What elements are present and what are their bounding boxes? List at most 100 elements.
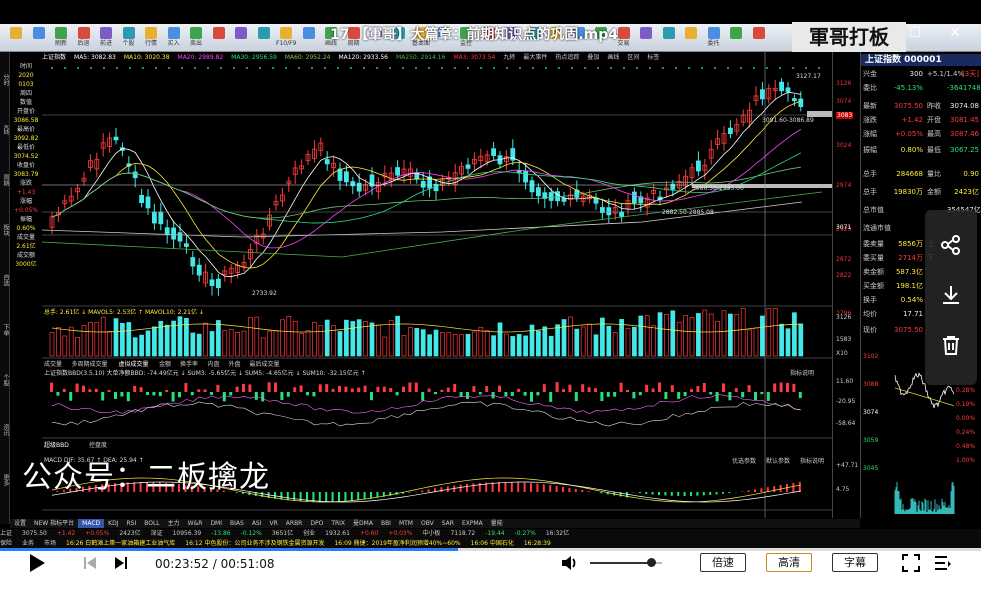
volume-tab[interactable]: 虚拟成交量	[119, 360, 149, 368]
speed-button[interactable]: 倍速	[700, 553, 746, 572]
volume-tab[interactable]: 换手率	[180, 360, 198, 368]
left-strip-tab[interactable]: 分时	[0, 60, 10, 100]
volume-tab[interactable]: 内盘	[208, 360, 220, 368]
chart-tool-tab[interactable]: 最大事件	[523, 52, 547, 61]
indicator-tab[interactable]: DPO	[306, 519, 327, 528]
toolbar-button[interactable]	[254, 26, 274, 50]
toolbar-button[interactable]	[659, 26, 679, 50]
news-item[interactable]: 16:28:39	[524, 539, 551, 548]
news-item[interactable]: 16:09 鼎捷：2019年盈净利润预增40%~60%	[334, 539, 460, 548]
fullscreen-icon[interactable]	[902, 554, 920, 572]
toolbar-button[interactable]: 刷新	[51, 26, 71, 50]
macd-tab[interactable]: 超级BBD	[44, 441, 69, 449]
left-strip-tab[interactable]: 下单	[0, 310, 10, 350]
trash-icon[interactable]	[939, 334, 963, 358]
toolbar-button[interactable]: F10/F9	[276, 26, 296, 50]
news-item[interactable]: 业务	[22, 539, 34, 548]
left-strip-tab[interactable]: 周期	[0, 160, 10, 200]
volume-tab[interactable]: 成交量	[44, 360, 62, 368]
volume-tab[interactable]: 多周期成交量	[72, 360, 108, 368]
toolbar-button[interactable]	[29, 26, 49, 50]
news-item[interactable]: 16:12 中色股份：公司业务不涉及钢铁金属资源开发	[185, 539, 324, 548]
close-icon[interactable]: ✕	[946, 24, 964, 42]
toolbar-button[interactable]	[231, 26, 251, 50]
news-item[interactable]: 16:06 中国石化	[471, 539, 514, 548]
macd-button[interactable]: 指标说明	[800, 457, 824, 465]
ticker-item: 2423亿	[119, 530, 141, 537]
chart-tool-tab[interactable]: 区间	[627, 52, 639, 61]
signal-dot	[181, 67, 183, 69]
chart-tool-tab[interactable]: 标签	[647, 52, 659, 61]
left-strip-tab[interactable]: 板块	[0, 210, 10, 250]
macd-button[interactable]: 默认参数	[766, 457, 790, 465]
indicator-tab[interactable]: ASI	[248, 519, 266, 528]
macd-tab[interactable]: 控盘度	[89, 441, 107, 449]
indicator-tab[interactable]: BBI	[377, 519, 395, 528]
indicator-tab[interactable]: RSI	[122, 519, 140, 528]
chart-tool-tab[interactable]: 热点追踪	[555, 52, 579, 61]
indicator-tab[interactable]: 量能	[487, 519, 507, 528]
indicator-tab[interactable]: NEW 指标平台	[30, 519, 78, 528]
indicator-tab[interactable]: OBV	[417, 519, 438, 528]
previous-icon[interactable]	[82, 555, 98, 571]
news-item[interactable]: 16:26 白鹤滩上第一家油箱建工业油气库	[66, 539, 175, 548]
indicator-tab[interactable]: EXPMA	[458, 519, 487, 528]
toolbar-button[interactable]	[749, 26, 769, 50]
bbd-help[interactable]: 指标说明	[790, 369, 814, 377]
play-icon[interactable]	[26, 552, 48, 574]
toolbar-button[interactable]: 个股	[119, 26, 139, 50]
volume-tab[interactable]: 最后成交量	[250, 360, 280, 368]
toolbar-button[interactable]	[636, 26, 656, 50]
toolbar-button[interactable]	[681, 26, 701, 50]
toolbar-button[interactable]	[6, 26, 26, 50]
download-icon[interactable]	[939, 284, 963, 308]
quality-button[interactable]: 高清	[766, 553, 812, 572]
left-strip-tab[interactable]: 自选	[0, 260, 10, 300]
indicator-tab[interactable]: KDJ	[104, 519, 122, 528]
volume-tab[interactable]: 外盘	[229, 360, 241, 368]
macd-button[interactable]: 优选参数	[732, 457, 756, 465]
toolbar-button[interactable]: 前进	[96, 26, 116, 50]
indicator-tab[interactable]: BOLL	[140, 519, 163, 528]
indicator-tab[interactable]: W&R	[184, 519, 207, 528]
next-icon[interactable]	[113, 555, 129, 571]
indicator-tab[interactable]: MTM	[395, 519, 417, 528]
indicator-tab[interactable]: VR	[266, 519, 282, 528]
kline-chart[interactable]: 3127.17 2733.92 3091.60-3086.89 3086.58-293…	[42, 52, 832, 518]
toolbar-button[interactable]: 委托	[704, 26, 724, 50]
news-item[interactable]: 市场	[44, 539, 56, 548]
toolbar-button[interactable]: 后退	[74, 26, 94, 50]
toolbar-button[interactable]	[726, 26, 746, 50]
chart-tool-tab[interactable]: 叠加	[587, 52, 599, 61]
indicator-tab[interactable]: 主力	[164, 519, 184, 528]
ma30-label: MA30: 2956.59	[231, 54, 277, 61]
toolbar-button[interactable]	[209, 26, 229, 50]
indicator-tab[interactable]: SAR	[438, 519, 458, 528]
toolbar-button[interactable]: 行情	[141, 26, 161, 50]
chart-tool-tab[interactable]: 九转	[503, 52, 515, 61]
volume-tab[interactable]: 金额	[159, 360, 171, 368]
indicator-tab[interactable]: 设置	[10, 519, 30, 528]
indicator-tab[interactable]: ARBR	[282, 519, 307, 528]
toolbar-button[interactable]: 卖出	[186, 26, 206, 50]
left-strip-tab[interactable]: 个股	[0, 360, 10, 400]
subtitle-button[interactable]: 字幕	[832, 553, 878, 572]
maximize-icon[interactable]: ☐	[906, 24, 924, 42]
indicator-tab[interactable]: 曼DMA	[349, 519, 377, 528]
toolbar-button[interactable]	[299, 26, 319, 50]
quote-key2: 金额	[927, 188, 941, 196]
left-strip-tab[interactable]: 资讯	[0, 410, 10, 450]
indicator-tab[interactable]: MACD	[78, 519, 105, 528]
chart-tool-tab[interactable]: 画线	[607, 52, 619, 61]
indicator-tab[interactable]: TRIX	[327, 519, 349, 528]
left-strip-tab[interactable]: K线	[0, 110, 10, 150]
toolbar-button[interactable]: 买入	[164, 26, 184, 50]
volume-icon[interactable]	[560, 553, 580, 573]
left-strip-tab[interactable]: 更多	[0, 460, 10, 500]
macd-bar	[555, 485, 558, 492]
indicator-tab[interactable]: DMI	[206, 519, 226, 528]
share-icon[interactable]	[939, 234, 963, 258]
playlist-icon[interactable]	[934, 554, 952, 572]
news-item[interactable]: 保险	[0, 539, 12, 548]
indicator-tab[interactable]: BIAS	[226, 519, 248, 528]
